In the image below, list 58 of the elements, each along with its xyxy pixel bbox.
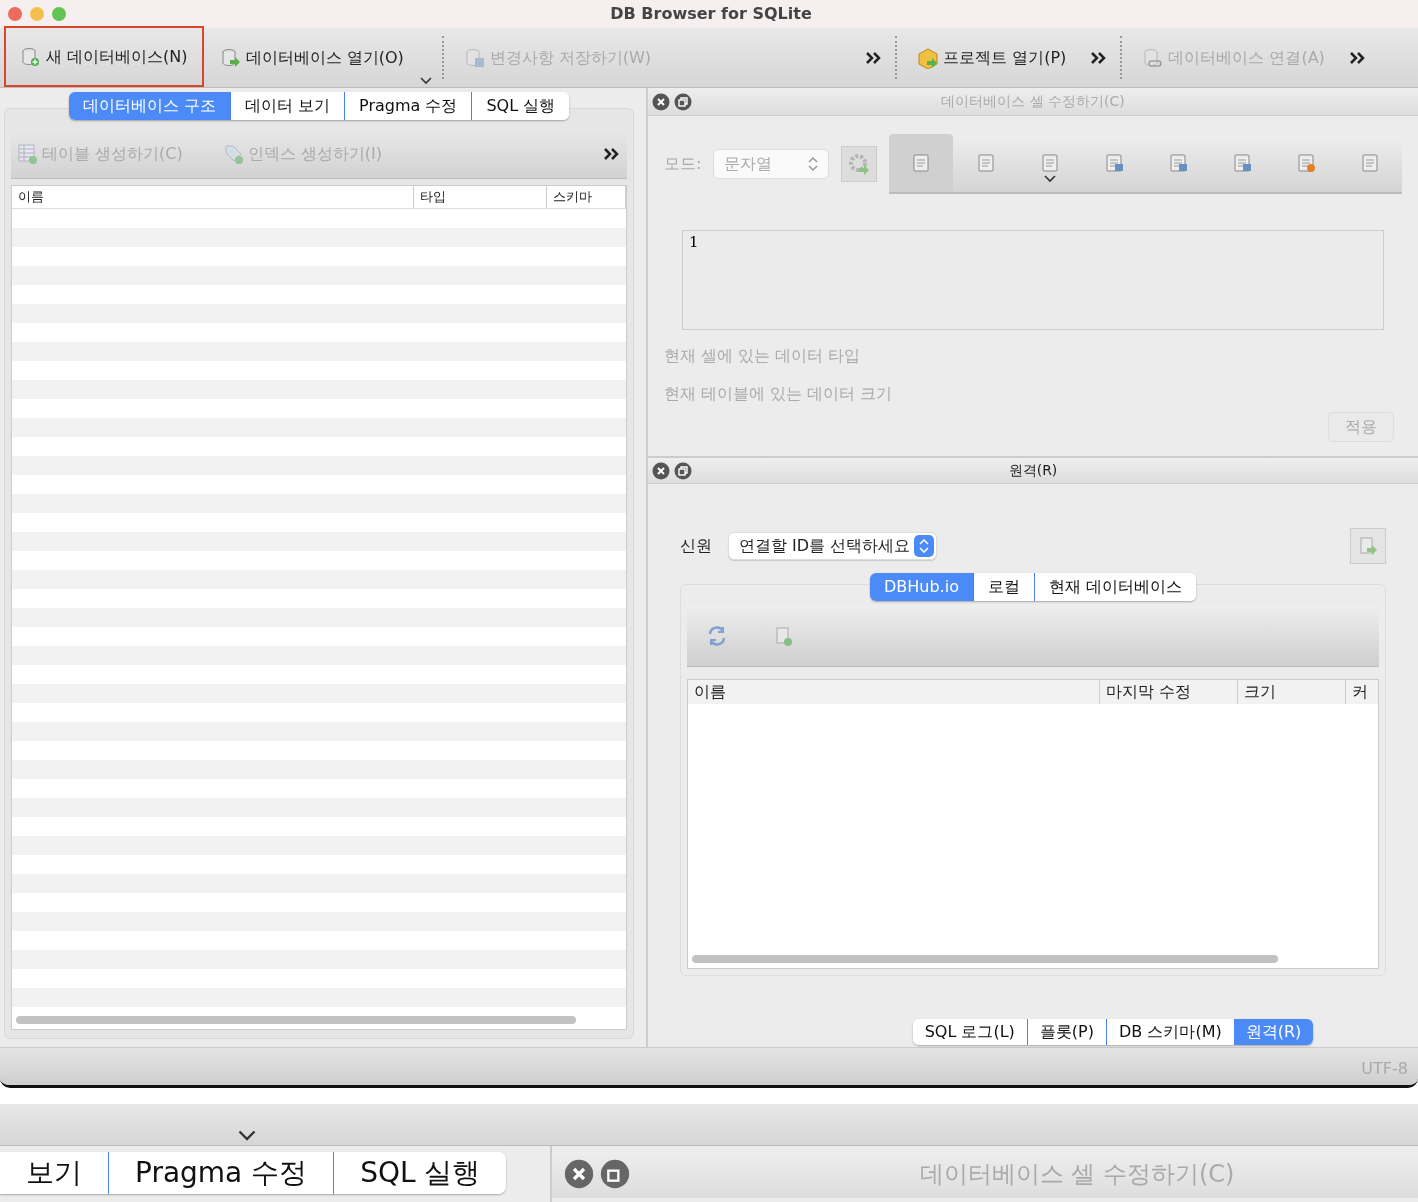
tab[interactable]: SQL 로그(L) [912,1019,1027,1045]
updown-arrows-icon [808,157,819,171]
panel-title: 데이터베이스 셀 수정하기(C) [940,92,1126,111]
table-plus-icon [17,142,39,165]
document-plus-icon[interactable] [773,624,795,647]
close-icon[interactable] [652,461,670,480]
dropdown-caret-icon[interactable] [419,77,432,85]
close-icon[interactable] [652,92,670,111]
tag-plus-icon [222,142,245,165]
panel-title: 데이터베이스 셀 수정하기(C) [918,1159,1236,1190]
tab[interactable]: 로컬 [972,573,1034,601]
toolbar-button[interactable]: 새 데이터베이스(N) [4,26,204,87]
scrollbar-thumb[interactable] [16,1016,576,1024]
database-plus-icon [20,45,42,68]
identity-select[interactable]: 연결할 ID를 선택하세요 [728,532,938,560]
tab[interactable]: DB 스키마(M) [1106,1019,1234,1045]
tab[interactable]: SQL 실행 [333,1152,507,1194]
info-text: 현재 테이블에 있는 데이터 크기 [664,383,894,405]
info-text: 현재 셀에 있는 데이터 타입 [664,345,862,367]
mode-label: 모드: [664,153,702,175]
zoom-window-button[interactable] [52,7,66,21]
push-button[interactable] [1350,528,1386,564]
database-arrow-icon [219,46,242,69]
column-header[interactable]: 이름 [688,680,1100,704]
float-window-icon[interactable] [674,461,692,480]
tab[interactable]: 현재 데이터베이스 [1033,573,1196,601]
column-header[interactable]: 크기 [1238,680,1346,704]
caret-icon[interactable] [238,1130,256,1142]
tab[interactable]: SQL 실행 [471,92,570,120]
source-label: 신원 [680,535,712,557]
scrollbar-thumb[interactable] [692,955,1278,963]
column-header[interactable]: 스키마 [547,186,626,208]
column-header[interactable]: 커 [1346,680,1376,704]
tab[interactable]: 플롯(P) [1026,1019,1106,1045]
database-disk-icon [463,46,486,69]
float-window-icon[interactable] [600,1159,630,1189]
close-icon[interactable] [564,1159,594,1189]
minimize-window-button[interactable] [30,7,44,21]
tab[interactable]: Pragma 수정 [108,1152,334,1194]
window-title: DB Browser for SQLite [609,3,813,25]
tab[interactable]: 데이터 보기 [229,92,344,120]
settings-button[interactable] [841,146,878,182]
document-arrow-icon [1357,535,1379,557]
dropdown-caret-icon[interactable] [1043,175,1056,183]
box-arrow-icon [917,46,940,69]
tab[interactable]: 보기 [0,1152,108,1194]
chevron-double-icon[interactable] [603,146,621,161]
column-header[interactable]: 마지막 수정 [1100,680,1238,704]
updown-arrows-icon [914,535,935,557]
toolbar-button[interactable]: 프로젝트 열기(P) [901,28,1083,87]
tab[interactable]: Pragma 수정 [344,92,472,120]
float-window-icon[interactable] [674,92,692,111]
database-chain-icon [1142,46,1165,69]
column-header[interactable]: 이름 [12,186,414,208]
column-header[interactable]: 타입 [413,186,548,208]
toolbar-button[interactable]: 데이터베이스 열기(O) [203,28,420,87]
close-window-button[interactable] [8,7,22,21]
panel-title: 원격(R) [1007,461,1059,480]
